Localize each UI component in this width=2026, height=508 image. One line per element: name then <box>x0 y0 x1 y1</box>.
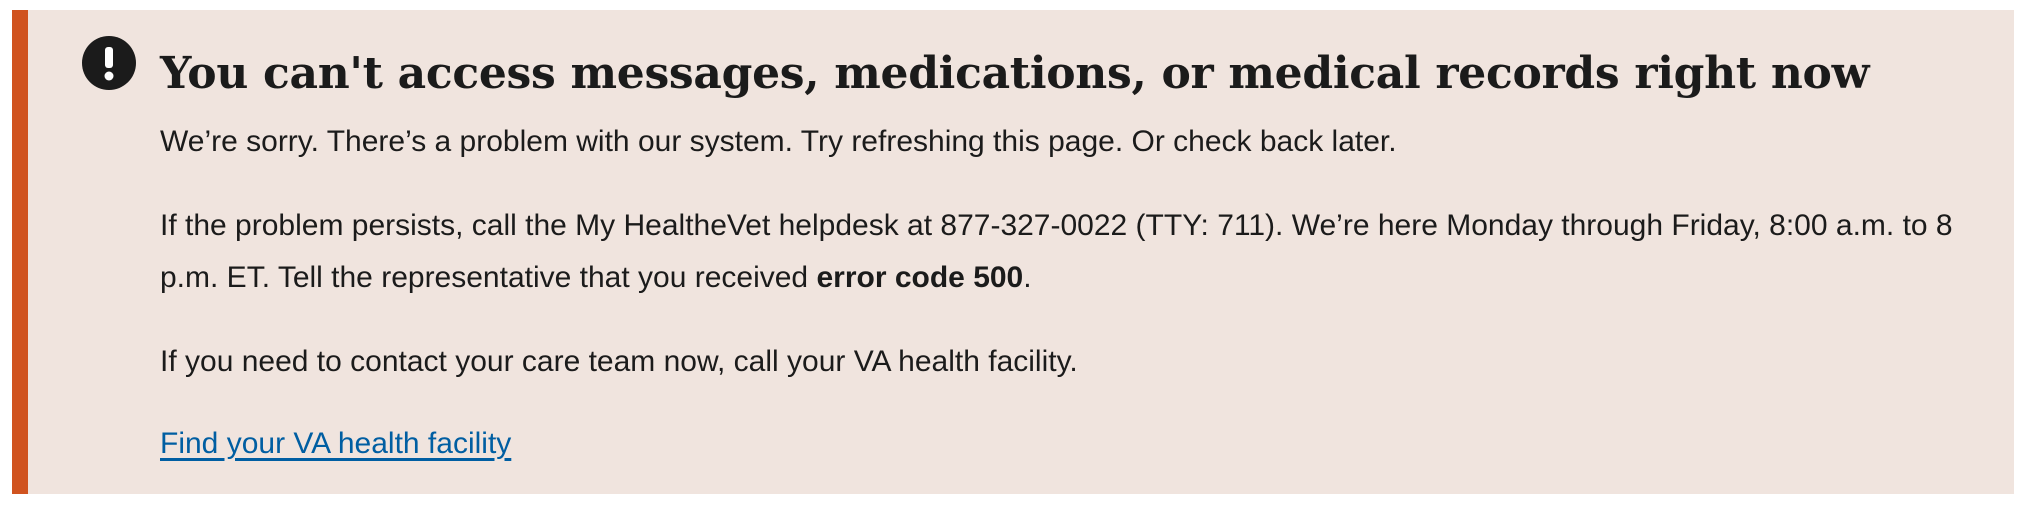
error-alert: You can't access messages, medications, … <box>12 10 2014 494</box>
helpdesk-text-end: . <box>1023 261 1032 294</box>
helpdesk-text: If the problem persists, call the My Hea… <box>160 209 1953 294</box>
error-code-text: error code 500 <box>816 261 1024 294</box>
alert-paragraph-helpdesk: If the problem persists, call the My Hea… <box>160 200 1974 304</box>
alert-paragraph-care-team: If you need to contact your care team no… <box>160 345 1078 378</box>
alert-paragraph-sorry: We’re sorry. There’s a problem with our … <box>160 125 1397 158</box>
find-va-facility-link[interactable]: Find your VA health facility <box>160 418 511 470</box>
alert-body: You can't access messages, medications, … <box>160 46 1974 470</box>
exclamation-circle-icon <box>82 36 136 90</box>
alert-heading: You can't access messages, medications, … <box>160 48 1870 99</box>
